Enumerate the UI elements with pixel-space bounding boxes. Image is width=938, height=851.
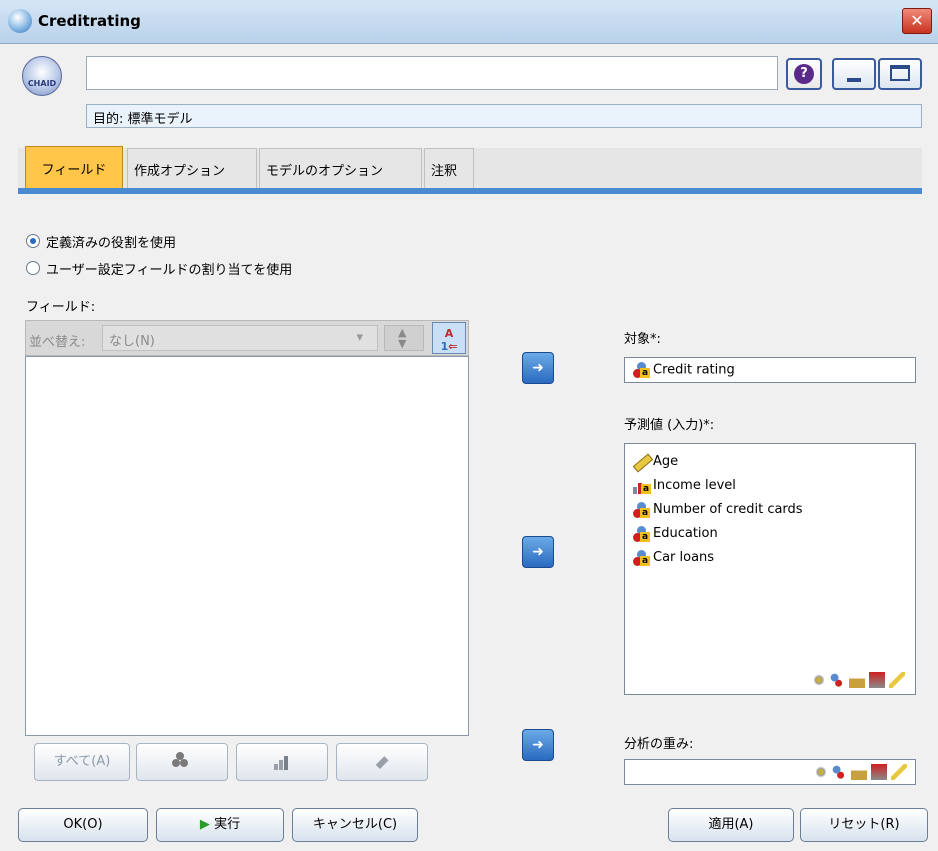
maximize-button[interactable] (878, 58, 922, 90)
tab-model-options[interactable]: モデルのオプション (259, 148, 422, 188)
weight-label: 分析の重み: (624, 737, 694, 752)
arrow-right-icon: ➜ (532, 544, 544, 560)
list-item-label: Income level (653, 478, 736, 493)
target-label: 対象*: (624, 332, 661, 347)
weight-field[interactable] (624, 759, 916, 785)
available-fields-list[interactable] (25, 356, 469, 736)
chaid-badge-label: CHAID (27, 79, 57, 88)
custom-assignment-radio[interactable] (26, 261, 40, 275)
move-to-predictors-button[interactable]: ➜ (522, 536, 554, 568)
list-item[interactable]: a Number of credit cards (625, 498, 915, 522)
close-button[interactable]: ✕ (902, 8, 932, 34)
purpose-field: 目的: 標準モデル (86, 104, 922, 128)
tab-underline (18, 188, 922, 194)
predefined-roles-radio[interactable] (26, 234, 40, 248)
predefined-roles-label: 定義済みの役割を使用 (46, 236, 177, 251)
tab-annotations[interactable]: 注釈 (424, 148, 474, 188)
window-title: Creditrating (38, 12, 141, 30)
move-to-target-button[interactable]: ➜ (522, 352, 554, 384)
target-value: Credit rating (653, 362, 735, 378)
list-item[interactable]: Age (625, 450, 915, 474)
predictors-list[interactable]: Age a Income level a Number of credit card… (624, 443, 916, 695)
ruler-icon: ▬ (369, 749, 394, 774)
maximize-icon (890, 65, 910, 81)
tab-fields[interactable]: フィールド (25, 146, 123, 190)
select-ordinal-button[interactable] (236, 743, 328, 781)
arrow-right-icon: ➜ (532, 360, 544, 376)
reset-button[interactable]: リセット(R) (800, 808, 928, 842)
fields-label: フィールド: (26, 300, 96, 315)
minimize-icon (847, 78, 861, 82)
select-nominal-button[interactable] (136, 743, 228, 781)
list-item[interactable]: a Education (625, 522, 915, 546)
help-icon: ? (794, 64, 814, 84)
select-all-button[interactable]: すべて(A) (34, 743, 130, 781)
target-field[interactable]: a Credit rating (624, 357, 916, 383)
ordinal-icon: a (633, 478, 651, 494)
list-item-label: Age (653, 454, 679, 469)
nominal-icon: a (633, 501, 650, 518)
sort-label: 並べ替え: (29, 335, 86, 350)
list-item-label: Car loans (653, 550, 715, 565)
ok-button[interactable]: OK(O) (18, 808, 148, 842)
chaid-node-icon: CHAID (22, 56, 62, 96)
sort-order-button[interactable]: ▲ ▼ (384, 325, 424, 351)
run-button-label: 実行 (214, 817, 241, 832)
sort-alpha-icon[interactable]: A 1⇐ (432, 322, 466, 354)
nominal-icon: a (633, 549, 650, 566)
custom-assignment-label: ユーザー設定フィールドの割り当てを使用 (46, 263, 293, 278)
ordinal-icon (274, 754, 290, 770)
predictors-label: 予測値 (入力)*: (624, 418, 715, 433)
select-continuous-button[interactable]: ▬ (336, 743, 428, 781)
sort-select[interactable]: なし(N) ▾ (102, 325, 378, 351)
continuous-ruler-icon (632, 453, 654, 472)
move-to-weight-button[interactable]: ➜ (522, 729, 554, 761)
minimize-button[interactable] (832, 58, 876, 90)
help-button[interactable]: ? (786, 58, 822, 90)
chevron-down-icon: ▾ (356, 330, 363, 345)
measurement-type-icons (814, 672, 905, 688)
app-icon (8, 9, 32, 33)
list-item[interactable]: a Car loans (625, 546, 915, 570)
play-icon: ▶ (199, 817, 210, 832)
apply-button[interactable]: 適用(A) (668, 808, 794, 842)
node-name-input[interactable] (86, 56, 778, 90)
sort-down-icon: ▼ (398, 337, 407, 350)
run-button[interactable]: ▶ 実行 (156, 808, 284, 842)
list-item[interactable]: a Income level (625, 474, 915, 498)
nominal-icon: a (633, 362, 650, 378)
tab-build-options[interactable]: 作成オプション (127, 148, 257, 188)
list-item-label: Number of credit cards (653, 502, 803, 517)
cancel-button[interactable]: キャンセル(C) (292, 808, 418, 842)
arrow-right-icon: ➜ (532, 737, 544, 753)
nominal-group-icon (172, 751, 188, 768)
list-item-label: Education (653, 526, 718, 541)
measurement-type-icons (816, 764, 907, 780)
nominal-icon: a (633, 525, 650, 542)
sort-select-value: なし(N) (109, 334, 155, 349)
